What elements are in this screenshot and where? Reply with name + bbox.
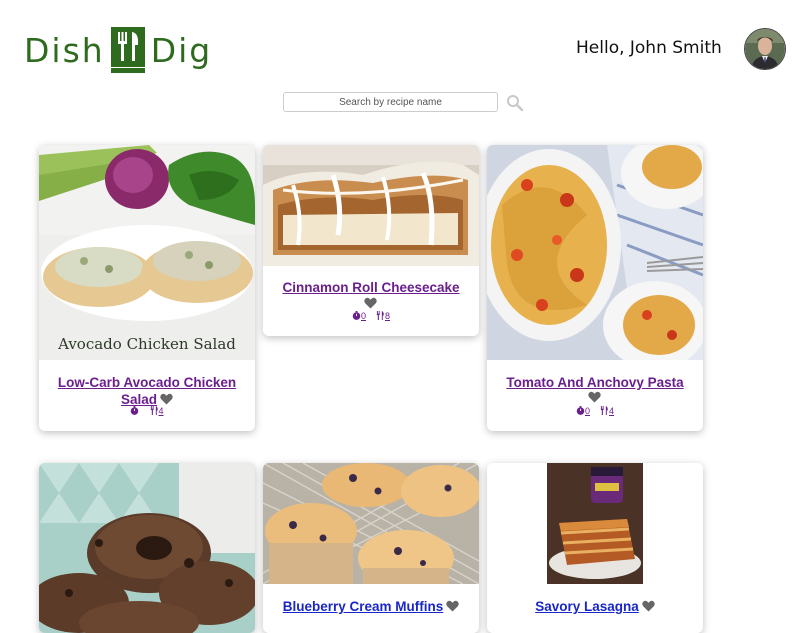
recipe-card[interactable] xyxy=(39,463,255,633)
recipe-meta: 0 4 xyxy=(487,405,703,417)
recipe-image[interactable] xyxy=(39,463,255,633)
recipe-card[interactable]: Savory Lasagna xyxy=(487,463,703,633)
user-avatar[interactable] xyxy=(744,28,786,70)
brand-logo[interactable]: Dish Dig xyxy=(24,26,212,74)
recipe-meta: 0 8 xyxy=(263,310,479,322)
utensils-icon xyxy=(600,406,608,415)
brand-name-right: Dig xyxy=(150,30,213,70)
heart-icon[interactable] xyxy=(588,391,601,403)
timer-icon xyxy=(131,406,139,415)
recipe-servings[interactable]: 4 xyxy=(609,406,614,416)
recipe-image[interactable] xyxy=(487,145,703,360)
recipe-image[interactable]: Avocado Chicken Salad xyxy=(39,145,255,360)
recipe-image[interactable] xyxy=(263,145,479,266)
heart-icon[interactable] xyxy=(642,600,655,612)
recipe-time[interactable]: 0 xyxy=(361,311,366,321)
search-input[interactable] xyxy=(283,92,498,112)
recipe-card[interactable]: Tomato And Anchovy Pasta 0 4 xyxy=(487,145,703,431)
utensils-icon xyxy=(376,311,384,320)
user-greeting: Hello, John Smith xyxy=(576,38,722,58)
recipe-image[interactable] xyxy=(487,463,703,584)
timer-icon xyxy=(576,406,585,415)
brand-name-left: Dish xyxy=(24,30,105,70)
recipe-title[interactable]: Savory Lasagna xyxy=(535,599,639,614)
recipe-time[interactable]: 0 xyxy=(585,406,590,416)
recipe-title[interactable]: Low-Carb Avocado Chicken Salad xyxy=(58,375,236,407)
recipe-card[interactable]: Avocado Chicken Salad Low-Carb Avocado C… xyxy=(39,145,255,431)
recipe-title[interactable]: Cinnamon Roll Cheesecake xyxy=(282,280,459,295)
recipe-servings[interactable]: 4 xyxy=(159,406,164,416)
recipe-title[interactable]: Blueberry Cream Muffins xyxy=(283,599,444,614)
recipe-meta: 4 xyxy=(39,405,255,417)
fork-knife-logo-icon xyxy=(110,27,145,73)
recipe-image[interactable] xyxy=(263,463,479,584)
recipe-image-caption: Avocado Chicken Salad xyxy=(57,335,236,353)
recipe-servings[interactable]: 8 xyxy=(385,311,390,321)
search-icon[interactable] xyxy=(506,94,524,112)
recipe-card[interactable]: Cinnamon Roll Cheesecake 0 8 xyxy=(263,145,479,336)
recipe-title[interactable]: Tomato And Anchovy Pasta xyxy=(506,375,683,390)
heart-icon[interactable] xyxy=(160,393,173,405)
timer-icon xyxy=(352,311,361,320)
heart-icon[interactable] xyxy=(446,600,459,612)
heart-icon[interactable] xyxy=(364,297,377,309)
utensils-icon xyxy=(150,406,158,415)
recipe-card[interactable]: Blueberry Cream Muffins xyxy=(263,463,479,633)
